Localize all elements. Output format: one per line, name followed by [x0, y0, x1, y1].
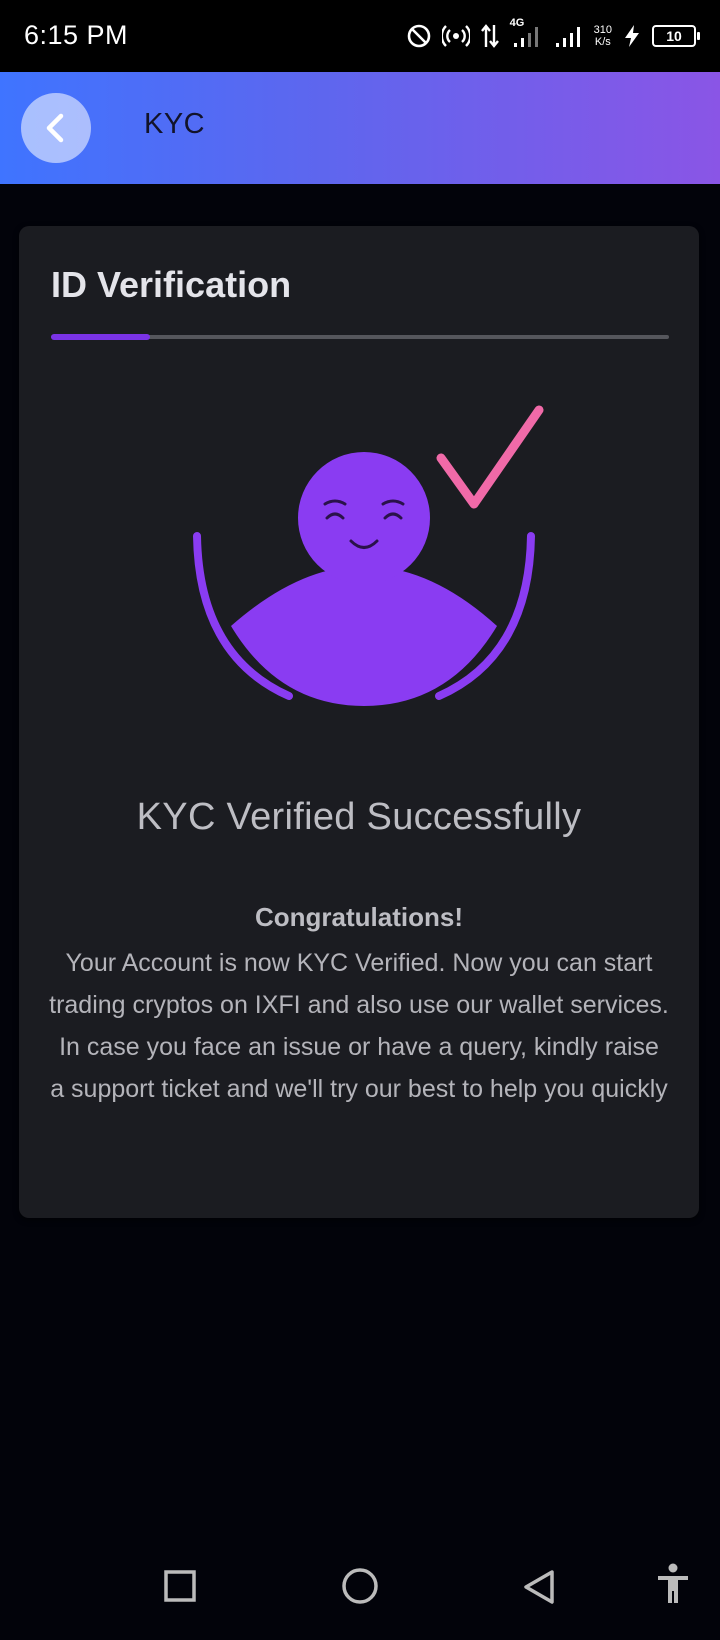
charging-icon: [625, 25, 639, 47]
congrats-text: Congratulations!: [255, 902, 463, 932]
speed-unit: K/s: [594, 36, 611, 48]
back-icon[interactable]: [522, 1569, 556, 1605]
app-header: KYC: [0, 72, 720, 184]
verified-user-illustration: [193, 405, 544, 706]
back-button[interactable]: [21, 93, 91, 163]
card-title: ID Verification: [51, 264, 292, 305]
signal-icon-2: [555, 27, 580, 47]
speed-value: 310: [593, 24, 612, 36]
progress-fill: [51, 334, 150, 340]
battery-icon: 10: [652, 25, 700, 47]
system-nav-bar: [0, 1545, 720, 1640]
kyc-card: ID Verification KYC Verified Successfull…: [19, 226, 699, 1218]
chevron-left-icon: [46, 113, 64, 143]
page-title: KYC: [144, 108, 206, 140]
recent-apps-icon[interactable]: [163, 1569, 197, 1603]
progress-track: [51, 334, 669, 340]
status-icons: 4G 310 K/s 10: [406, 17, 700, 54]
verification-message: Your Account is now KYC Verified. Now yo…: [49, 949, 669, 1103]
signal-4g: 4G: [510, 17, 544, 51]
do-not-disturb-icon: [407, 24, 430, 48]
net-speed: 310 K/s: [594, 24, 612, 48]
success-heading: KYC Verified Successfully: [136, 796, 582, 838]
status-time: 6:15 PM: [24, 20, 129, 50]
accessibility-icon[interactable]: [656, 1563, 690, 1605]
battery-level: 10: [666, 28, 682, 44]
network-type: 4G: [509, 17, 525, 29]
data-transfer-icon: [480, 24, 499, 48]
status-bar: 6:15 PM 4G 310 K/s 10: [0, 0, 720, 72]
home-icon[interactable]: [341, 1567, 379, 1605]
hotspot-icon: [441, 25, 470, 47]
